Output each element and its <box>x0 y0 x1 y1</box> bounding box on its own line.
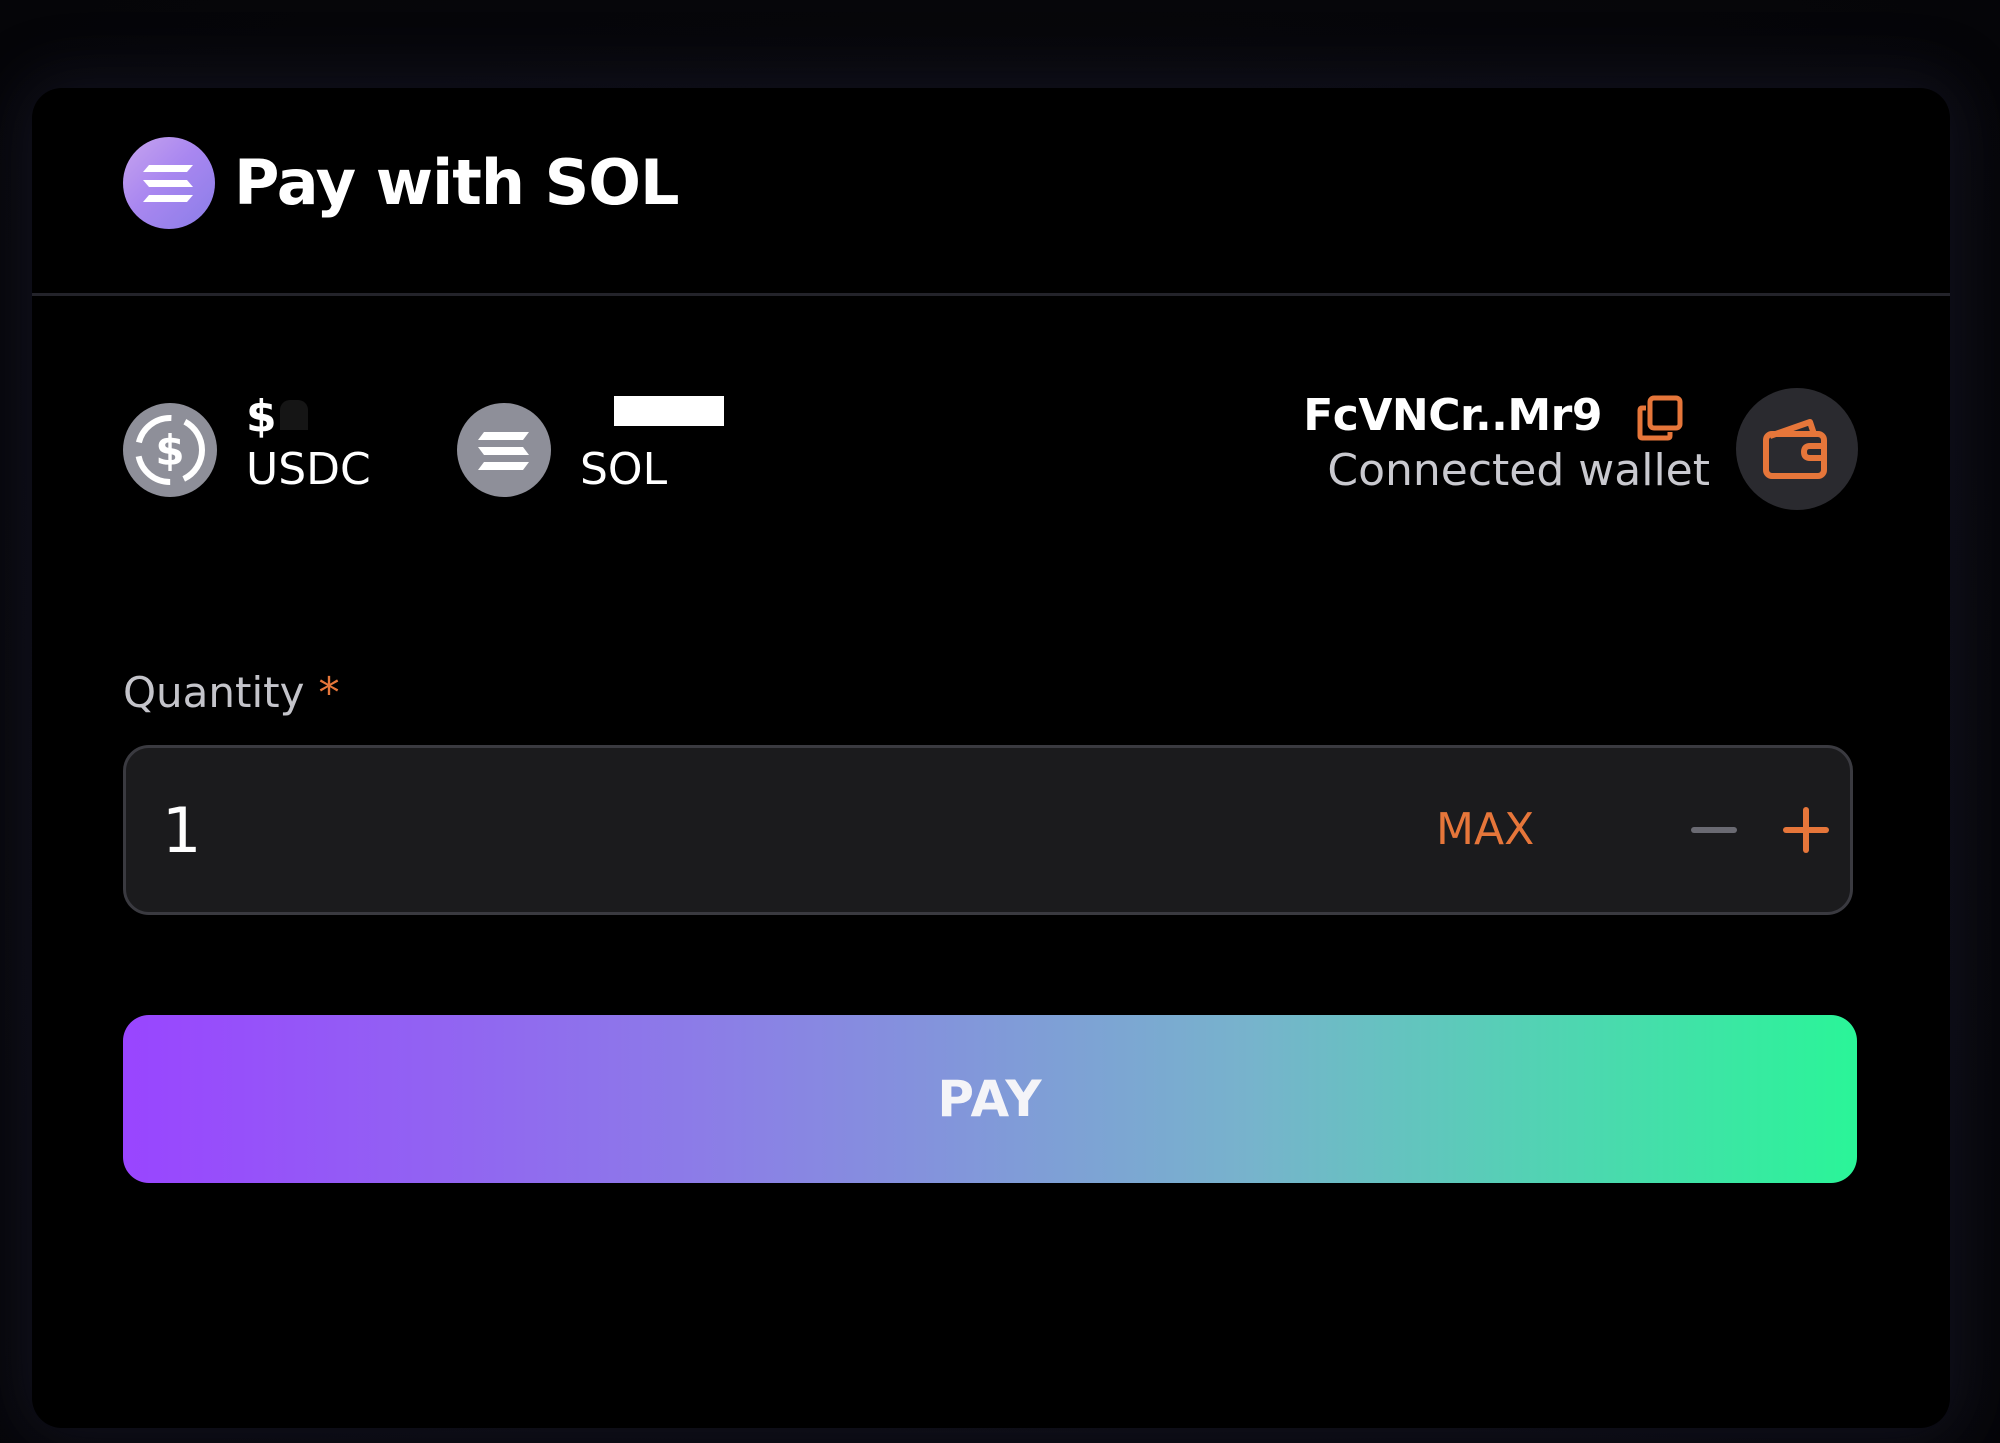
usdc-icon: $ <box>123 403 217 497</box>
page-backdrop: Pay with SOL $ $ USDC SOL FcVNCr..Mr9 Co… <box>0 0 2000 1443</box>
solana-logo-icon <box>123 137 215 229</box>
decrement-button[interactable] <box>1684 800 1744 860</box>
wallet-address: FcVNCr..Mr9 <box>1303 390 1602 441</box>
plus-icon <box>1783 807 1829 853</box>
card-header: Pay with SOL <box>32 88 1950 296</box>
quantity-label: Quantity * <box>123 665 340 721</box>
minus-icon <box>1691 827 1737 833</box>
quantity-label-text: Quantity <box>123 668 305 717</box>
sol-symbol: SOL <box>580 444 668 495</box>
usdc-symbol: USDC <box>246 444 371 495</box>
usdc-balance-value: $ <box>246 391 277 442</box>
copy-icon[interactable] <box>1636 394 1684 442</box>
redacted-sol-amount <box>614 396 724 426</box>
quantity-input[interactable] <box>162 788 862 874</box>
quantity-field: MAX <box>123 745 1853 915</box>
redacted-usdc-amount <box>280 400 308 430</box>
solana-icon <box>457 403 551 497</box>
connected-wallet-label: Connected wallet <box>1327 445 1710 496</box>
payment-card: Pay with SOL $ $ USDC SOL FcVNCr..Mr9 Co… <box>32 88 1950 1428</box>
pay-button[interactable]: PAY <box>123 1015 1857 1183</box>
wallet-icon <box>1763 419 1827 479</box>
max-button[interactable]: MAX <box>1436 800 1534 860</box>
wallet-button[interactable] <box>1736 388 1858 510</box>
card-title: Pay with SOL <box>234 146 679 219</box>
required-asterisk: * <box>318 668 340 717</box>
svg-text:$: $ <box>155 426 184 475</box>
increment-button[interactable] <box>1776 800 1836 860</box>
